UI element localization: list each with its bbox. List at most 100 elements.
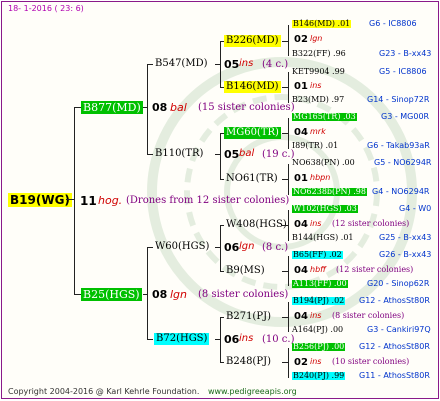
ancestor-origin: G26 - B-xx43 xyxy=(379,250,432,259)
footer-website-link[interactable]: www.pedigreeapis.org xyxy=(208,387,297,396)
grandparent-note-4: (10 c.) xyxy=(262,334,295,345)
connector xyxy=(282,317,288,318)
parent-tag-2: lgn xyxy=(170,288,188,301)
connector xyxy=(143,294,147,295)
ancestor-origin: G3 - MG00R xyxy=(381,112,430,121)
parent-tag-1: bal xyxy=(170,101,187,114)
parent-node-2[interactable]: B25(HGS) xyxy=(81,288,142,301)
ancestor-origin: G6 - IC8806 xyxy=(369,19,417,28)
ancestor-tag: ins xyxy=(310,219,322,228)
ancestor-node-7[interactable]: B271(PJ) xyxy=(226,312,271,322)
connector xyxy=(288,72,289,103)
pedigree-chart: 18- 1-2016 ( 23: 6) B19(WG) 11 hog. (Dro… xyxy=(1,1,439,399)
connector xyxy=(147,339,153,340)
ancestor-origin: G6 - Takab93aR xyxy=(367,141,430,150)
ancestor-row[interactable]: I89(TR) .01 xyxy=(292,142,338,150)
ancestor-origin: G4 - W0 xyxy=(399,204,432,213)
ancestor-node-5[interactable]: W408(HGS) xyxy=(226,220,287,230)
root-gen: 11 xyxy=(80,194,97,208)
ancestor-row[interactable]: B256(PJ) .00 xyxy=(292,343,346,351)
grandparent-node-4[interactable]: B72(HGS) xyxy=(154,333,210,345)
ancestor-row[interactable]: B322(FF) .96 xyxy=(292,50,346,58)
ancestor-origin: G5 - IC8806 xyxy=(379,67,427,76)
connector xyxy=(282,179,288,180)
ancestor-tag: lgn xyxy=(310,34,323,43)
connector xyxy=(288,25,289,56)
connector xyxy=(288,210,289,241)
ancestor-node-8[interactable]: B248(PJ) xyxy=(226,357,271,367)
ancestor-row[interactable]: B146(MD) .01 xyxy=(292,20,352,28)
ancestor-origin: G3 - Cankiri97Q xyxy=(367,325,431,334)
connector xyxy=(288,348,289,378)
ancestor-row[interactable]: A113(FF) .00 xyxy=(292,280,348,288)
connector xyxy=(288,118,289,149)
grandparent-tag-1: ins xyxy=(239,58,254,69)
connector xyxy=(288,256,289,286)
connector xyxy=(220,317,221,362)
ancestor-row[interactable]: KET9904 .99 xyxy=(292,68,345,76)
connector xyxy=(215,247,220,248)
grandparent-gen-4: 06 xyxy=(224,333,240,346)
ancestor-row[interactable]: MG165(TR) .03 xyxy=(292,113,357,121)
root-node[interactable]: B19(WG) xyxy=(8,193,72,207)
ancestor-node-6[interactable]: B9(MS) xyxy=(226,266,265,276)
ancestor-origin: G11 - AthosSt80R xyxy=(359,371,430,380)
ancestor-row[interactable]: B144(HGS) .01 xyxy=(292,234,354,242)
connector xyxy=(220,317,224,318)
ancestor-node-2[interactable]: B146(MD) xyxy=(224,81,281,93)
ancestor-gen: 04 xyxy=(294,311,308,322)
ancestor-origin: G20 - Sinop62R xyxy=(367,279,430,288)
connector xyxy=(147,154,153,155)
ancestor-row[interactable]: A164(PJ) .00 xyxy=(292,326,343,334)
ancestor-gen: 04 xyxy=(294,265,308,276)
ancestor-tag: ins xyxy=(310,81,322,90)
ancestor-node-1[interactable]: B226(MD) xyxy=(224,35,281,47)
connector xyxy=(282,225,288,226)
ancestor-gen: 01 xyxy=(294,173,308,184)
ancestor-note: (8 sister colonies) xyxy=(332,311,405,320)
ancestor-tag: ins xyxy=(310,311,322,320)
ancestor-gen: 01 xyxy=(294,81,308,92)
connector xyxy=(147,64,148,154)
ancestor-node-3[interactable]: MG60(TR) xyxy=(224,127,281,139)
connector xyxy=(220,271,224,272)
ancestor-tag: mrk xyxy=(310,127,326,136)
ancestor-origin: G23 - B-xx43 xyxy=(379,49,432,58)
ancestor-row[interactable]: NO6238b(PN) .98 xyxy=(292,188,367,196)
connector xyxy=(288,302,289,332)
grandparent-gen-1: 05 xyxy=(224,58,240,71)
ancestor-row[interactable]: B65(FF) .02 xyxy=(292,251,343,259)
grandparent-tag-3: lgn xyxy=(239,241,255,252)
ancestor-row[interactable]: B240(PJ) .99 xyxy=(292,372,346,380)
ancestor-origin: G5 - NO6294R xyxy=(374,158,432,167)
grandparent-node-3[interactable]: W60(HGS) xyxy=(155,242,209,252)
parent-node-1[interactable]: B877(MD) xyxy=(81,101,143,114)
grandparent-gen-2: 05 xyxy=(224,148,240,161)
ancestor-row[interactable]: B23(MD) .97 xyxy=(292,96,344,104)
connector xyxy=(220,225,224,226)
root-connector xyxy=(74,107,75,294)
grandparent-tag-2: bal xyxy=(239,148,255,159)
grandparent-node-1[interactable]: B547(MD) xyxy=(155,59,208,69)
parent-note-1: (15 sister colonies) xyxy=(198,102,295,113)
grandparent-node-2[interactable]: B110(TR) xyxy=(155,149,203,159)
root-note: (Drones from 12 sister colonies) xyxy=(126,195,290,206)
connector xyxy=(220,133,221,179)
grandparent-note-1: (4 c.) xyxy=(262,59,289,70)
ancestor-gen: 04 xyxy=(294,127,308,138)
ancestor-tag: ins xyxy=(310,357,322,366)
ancestor-row[interactable]: B194(PJ) .02 xyxy=(292,297,346,305)
connector xyxy=(215,64,220,65)
connector xyxy=(215,154,220,155)
connector xyxy=(220,41,221,87)
root-connector-h xyxy=(66,199,74,200)
connector xyxy=(147,247,148,339)
ancestor-row[interactable]: NO638(PN) .00 xyxy=(292,159,355,167)
connector xyxy=(147,247,153,248)
connector xyxy=(220,362,224,363)
ancestor-tag: hbpn xyxy=(310,173,331,182)
ancestor-node-4[interactable]: NO61(TR) xyxy=(226,174,278,184)
grandparent-tag-4: ins xyxy=(239,333,254,344)
ancestor-row[interactable]: W102(HGS) .03 xyxy=(292,205,358,213)
ancestor-gen: 04 xyxy=(294,219,308,230)
